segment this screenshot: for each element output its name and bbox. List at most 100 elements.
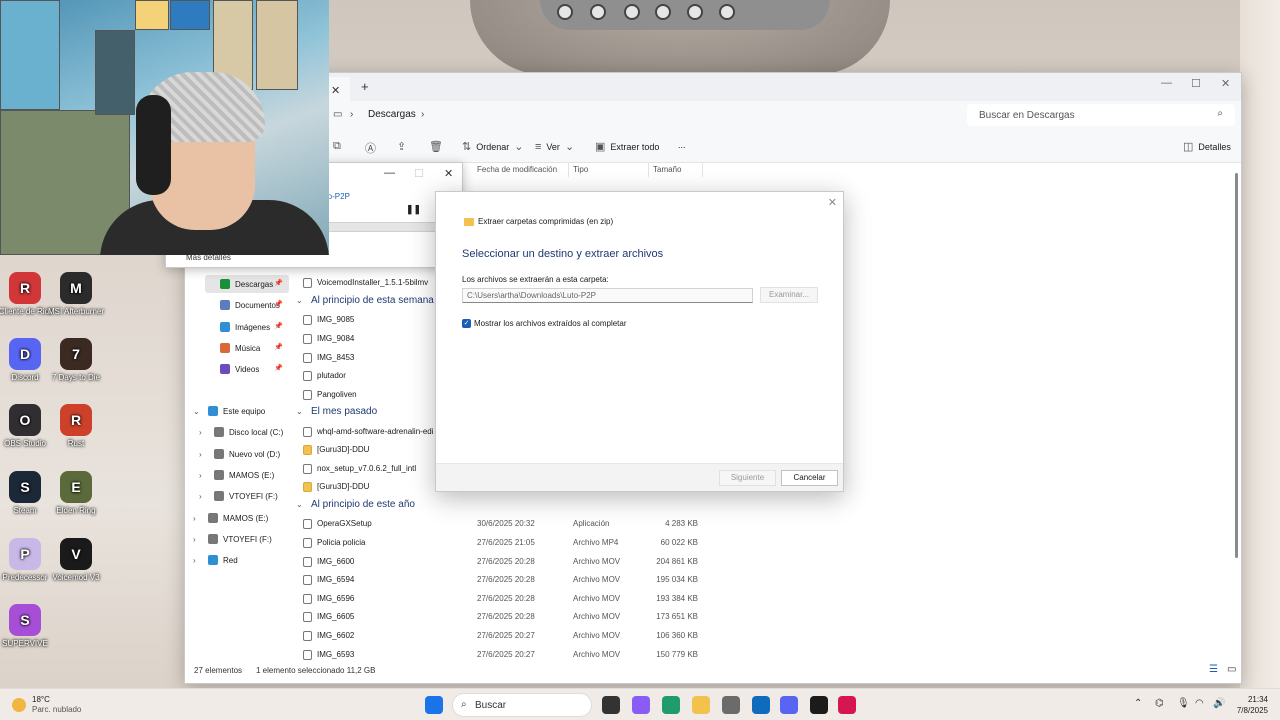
poster bbox=[135, 0, 169, 30]
nav-item[interactable]: › Nuevo vol (D:) bbox=[199, 445, 289, 463]
app-icon[interactable] bbox=[810, 696, 828, 714]
breadcrumb[interactable]: Descargas bbox=[368, 109, 416, 120]
close-tab-icon[interactable]: ✕ bbox=[331, 84, 340, 97]
pin-icon[interactable]: 📌 bbox=[274, 364, 283, 372]
desktop-icon[interactable]: M MSI Afterburner bbox=[46, 272, 106, 316]
details-view-icon[interactable]: ☰ bbox=[1209, 664, 1218, 675]
file-row[interactable]: Policia policia 27/6/2025 21:05 Archivo MP… bbox=[303, 534, 823, 552]
copilot-icon[interactable] bbox=[632, 696, 650, 714]
cancel-button[interactable]: Cancelar bbox=[781, 470, 838, 486]
desktop-icon[interactable]: S SUPERVIVE bbox=[0, 604, 55, 648]
time: 21:34 bbox=[1247, 695, 1268, 704]
network-icon[interactable]: ⌬ bbox=[1155, 698, 1164, 709]
outlook-icon[interactable] bbox=[752, 696, 770, 714]
chevron-right-icon[interactable]: › bbox=[421, 109, 424, 120]
group-header-year[interactable]: ⌄ Al principio de este año bbox=[296, 499, 415, 510]
pc-icon[interactable]: ▭ bbox=[333, 109, 342, 120]
scrollbar[interactable] bbox=[1235, 173, 1238, 558]
nav-item[interactable]: › Red bbox=[193, 551, 289, 569]
file-row[interactable]: IMG_6605 27/6/2025 20:28 Archivo MOV 173 65… bbox=[303, 608, 823, 626]
wifi-icon[interactable]: ◠ bbox=[1195, 698, 1204, 709]
nav-item[interactable]: Videos 📌 bbox=[205, 360, 289, 378]
nav-item[interactable]: Documentos 📌 bbox=[205, 296, 289, 314]
nav-item[interactable]: › MAMOS (E:) bbox=[199, 466, 289, 484]
close-icon[interactable]: ✕ bbox=[444, 167, 453, 180]
column-type[interactable]: Tipo bbox=[573, 165, 588, 174]
view-button[interactable]: ≡ Ver ⌄ bbox=[535, 140, 575, 154]
chevron-right-icon[interactable]: › bbox=[193, 556, 203, 565]
file-row[interactable]: IMG_6594 27/6/2025 20:28 Archivo MOV 195 03… bbox=[303, 571, 823, 589]
nav-item[interactable]: Imágenes 📌 bbox=[205, 318, 289, 336]
nav-item[interactable]: › VTOYEFI (F:) bbox=[193, 530, 289, 548]
nav-item[interactable]: Música 📌 bbox=[205, 339, 289, 357]
more-options-button[interactable]: ... bbox=[678, 140, 686, 150]
nav-item[interactable]: › MAMOS (E:) bbox=[193, 509, 289, 527]
pin-icon[interactable]: 📌 bbox=[274, 300, 283, 308]
chevron-right-icon[interactable]: › bbox=[199, 492, 209, 501]
maximize-icon[interactable]: ☐ bbox=[1191, 77, 1201, 90]
search-input[interactable]: Buscar en Descargas ⌕ bbox=[967, 104, 1235, 126]
close-icon[interactable]: ✕ bbox=[828, 196, 837, 209]
copy-button[interactable]: ⧉ bbox=[333, 140, 341, 153]
clock[interactable]: 21:34 7/8/2025 bbox=[1237, 694, 1268, 716]
pin-icon[interactable]: 📌 bbox=[274, 322, 283, 330]
desktop-icon[interactable]: V Voicemod V3 bbox=[46, 538, 106, 582]
pin-icon[interactable]: 📌 bbox=[274, 343, 283, 351]
tiles-view-icon[interactable]: ▭ bbox=[1227, 664, 1236, 675]
taskbar-search-label: Buscar bbox=[475, 700, 507, 711]
rename-button[interactable]: Ⓐ bbox=[365, 140, 376, 156]
task-view-icon[interactable] bbox=[602, 696, 620, 714]
column-size[interactable]: Tamaño bbox=[653, 165, 681, 174]
file-row[interactable]: IMG_6600 27/6/2025 20:28 Archivo MOV 204 86… bbox=[303, 553, 823, 571]
pause-button[interactable]: ❚❚ bbox=[406, 204, 421, 215]
chevron-down-icon[interactable]: ⌄ bbox=[193, 407, 203, 416]
group-header-week[interactable]: ⌄ Al principio de esta semana bbox=[296, 295, 434, 306]
desktop-icon-label: Elden Ring bbox=[56, 506, 96, 515]
chevron-right-icon[interactable]: › bbox=[199, 450, 209, 459]
file-row[interactable]: OperaGXSetup 30/6/2025 20:32 Aplicación 4 2… bbox=[303, 515, 823, 533]
chevron-down-icon: ⌄ bbox=[564, 141, 575, 153]
desktop-icon[interactable]: E Elden Ring bbox=[46, 471, 106, 515]
view-label: Ver bbox=[546, 141, 560, 152]
nav-item[interactable]: › Disco local (C:) bbox=[199, 423, 289, 441]
minimize-icon[interactable]: — bbox=[1161, 77, 1172, 89]
browse-button[interactable]: Examinar... bbox=[760, 287, 818, 303]
microphone-icon[interactable]: 🎙 bbox=[1177, 698, 1190, 709]
sort-button[interactable]: ⇅ Ordenar ⌄ bbox=[462, 140, 523, 153]
delete-button[interactable]: 🗑 bbox=[429, 140, 443, 153]
file-row[interactable]: IMG_6596 27/6/2025 20:28 Archivo MOV 193 38… bbox=[303, 590, 823, 608]
next-button[interactable]: Siguiente bbox=[719, 470, 776, 486]
close-window-icon[interactable]: ✕ bbox=[1221, 77, 1230, 90]
destination-path-input[interactable]: C:\Users\artha\Downloads\Luto-P2P bbox=[462, 288, 753, 303]
desktop-icon[interactable]: R Rust bbox=[46, 404, 106, 448]
chevron-right-icon[interactable]: › bbox=[193, 535, 203, 544]
pin-icon[interactable]: 📌 bbox=[274, 279, 283, 287]
nav-item[interactable]: Descargas 📌 bbox=[205, 275, 289, 293]
file-row[interactable]: IMG_6602 27/6/2025 20:27 Archivo MOV 106 36… bbox=[303, 627, 823, 645]
chevron-up-icon[interactable]: ⌃ bbox=[1134, 698, 1142, 709]
start-icon[interactable] bbox=[425, 696, 443, 714]
nav-item[interactable]: ⌄ Este equipo bbox=[193, 402, 289, 420]
chevron-right-icon[interactable]: › bbox=[193, 514, 203, 523]
weather-widget[interactable]: 18°C Parc. nublado bbox=[12, 695, 81, 715]
file-explorer-icon[interactable] bbox=[692, 696, 710, 714]
details-label: Detalles bbox=[1198, 141, 1231, 152]
column-date[interactable]: Fecha de modificación bbox=[477, 165, 557, 174]
show-files-checkbox[interactable]: ✓ Mostrar los archivos extraídos al compl… bbox=[462, 319, 627, 328]
desktop-icon[interactable]: 7 7 Days to Die bbox=[46, 338, 106, 382]
nav-item[interactable]: › VTOYEFI (F:) bbox=[199, 487, 289, 505]
details-button[interactable]: ◫ Detalles bbox=[1183, 140, 1231, 153]
chevron-right-icon[interactable]: › bbox=[199, 428, 209, 437]
chevron-right-icon[interactable]: › bbox=[199, 471, 209, 480]
opera-gx-icon[interactable] bbox=[838, 696, 856, 714]
minimize-icon[interactable]: — bbox=[384, 167, 395, 179]
edge-icon[interactable] bbox=[662, 696, 680, 714]
taskbar-search[interactable]: ⌕ Buscar bbox=[452, 693, 592, 717]
share-button[interactable]: ⇪ bbox=[397, 140, 406, 153]
extract-all-button[interactable]: ▣ Extraer todo bbox=[595, 140, 659, 153]
discord-icon[interactable] bbox=[780, 696, 798, 714]
new-tab-icon[interactable]: + bbox=[361, 79, 369, 94]
group-header-month[interactable]: ⌄ El mes pasado bbox=[296, 406, 377, 417]
vscode-icon[interactable] bbox=[722, 696, 740, 714]
volume-icon[interactable]: 🔊 bbox=[1213, 698, 1225, 709]
